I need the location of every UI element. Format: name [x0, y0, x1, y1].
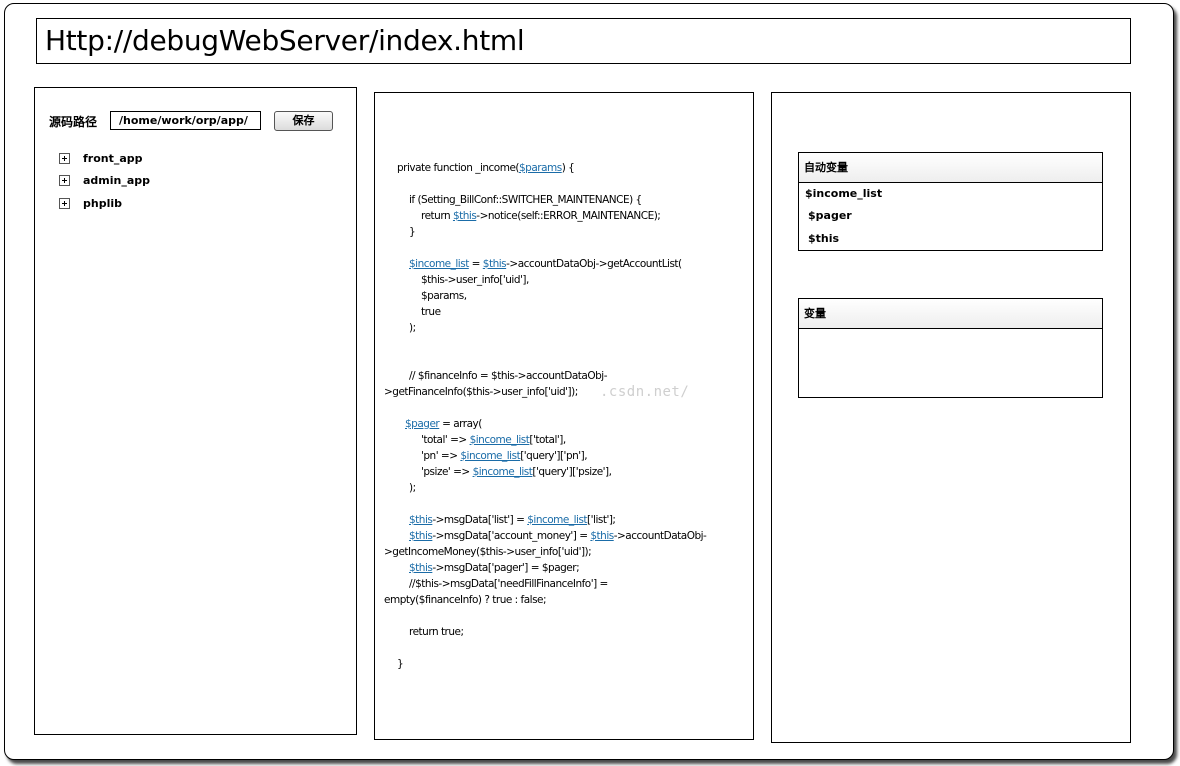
expand-plus-icon[interactable] [59, 152, 70, 164]
tree-item-label: admin_app [83, 173, 151, 187]
variables-header: 变量 [799, 299, 1102, 329]
auto-variables-box: 自动变量 $income_list $pager $this [798, 152, 1103, 251]
code-line: //$this->msgData['needFillFinanceInfo'] … [409, 578, 608, 590]
code-line: $pager = array( [405, 418, 482, 430]
source-path-input[interactable] [110, 111, 261, 130]
save-button[interactable]: 保存 [274, 111, 333, 131]
code-line: return true; [409, 626, 464, 638]
code-line: >getFinanceInfo($this->user_info['uid'])… [384, 386, 578, 398]
source-path-label: 源码路径 [49, 115, 98, 129]
code-line: // $financeInfo = $this->accountDataObj- [409, 370, 608, 382]
tree-item-phplib[interactable]: phplib [59, 196, 122, 210]
tree-item-admin-app[interactable]: admin_app [59, 173, 150, 187]
tree-item-label: front_app [83, 151, 143, 165]
code-line: $params, [421, 290, 467, 302]
code-line: if (Setting_BillConf::SWITCHER_MAINTENAN… [409, 194, 642, 206]
watermark: .csdn.net/ [600, 384, 690, 400]
code-line: $this->msgData['account_money'] = $this-… [409, 530, 707, 542]
code-line: 'psize' => $income_list['query']['psize'… [421, 466, 612, 478]
code-panel [374, 92, 754, 740]
address-bar[interactable]: Http://debugWebServer/index.html [36, 18, 1131, 64]
auto-variable-item[interactable]: $this [808, 232, 839, 245]
auto-variables-header: 自动变量 [799, 153, 1102, 183]
code-line: ); [409, 322, 416, 334]
expand-plus-icon[interactable] [59, 197, 70, 209]
code-line: 'total' => $income_list['total'], [421, 434, 566, 446]
variables-box: 变量 [798, 298, 1103, 398]
code-line: empty($financeInfo) ? true : false; [384, 594, 547, 606]
code-line: $income_list = $this->accountDataObj->ge… [409, 258, 682, 270]
code-line: private function _income($params) { [397, 162, 575, 174]
code-line: $this->msgData['list'] = $income_list['l… [409, 514, 616, 526]
tree-item-label: phplib [83, 196, 122, 210]
code-line: } [397, 658, 404, 670]
code-line: true [421, 306, 441, 318]
code-line: return $this->notice(self::ERROR_MAINTEN… [421, 210, 661, 222]
tree-item-front-app[interactable]: front_app [59, 151, 143, 165]
auto-variable-item[interactable]: $income_list [805, 187, 882, 200]
code-line: 'pn' => $income_list['query']['pn'], [421, 450, 588, 462]
code-line: >getIncomeMoney($this->user_info['uid'])… [384, 546, 592, 558]
code-line: } [409, 226, 416, 238]
code-line: $this->user_info['uid'], [421, 274, 529, 286]
code-line: ); [409, 482, 416, 494]
expand-plus-icon[interactable] [59, 174, 70, 186]
code-line: $this->msgData['pager'] = $pager; [409, 562, 580, 574]
auto-variable-item[interactable]: $pager [808, 209, 852, 222]
